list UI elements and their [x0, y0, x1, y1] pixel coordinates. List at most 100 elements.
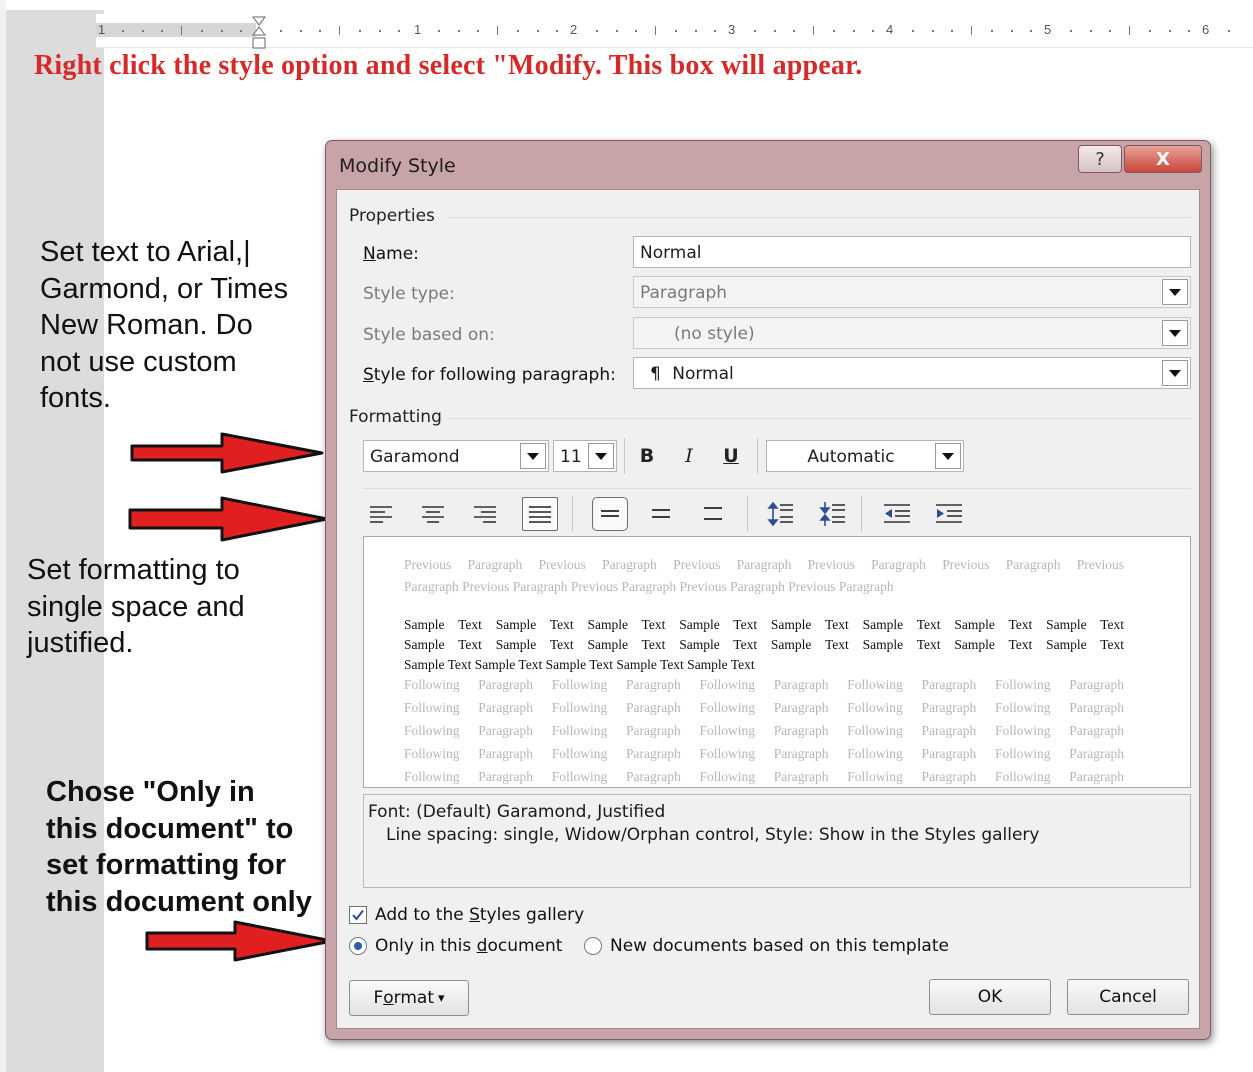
ruler-number: 1 [98, 22, 106, 37]
name-label-key: N [363, 244, 376, 264]
note-line: not use custom [40, 345, 237, 378]
style-type-dropdown[interactable]: Paragraph [633, 276, 1191, 308]
preview-following-line: Following Paragraph Following Paragraph … [404, 677, 1124, 692]
red-arrow-icon [130, 432, 324, 474]
ruler-tick [122, 30, 124, 32]
help-button[interactable]: ? [1078, 145, 1122, 173]
note-line: this document only [46, 885, 312, 918]
note-line: Garmond, or Times [40, 272, 289, 305]
note-line: single space and [27, 590, 245, 623]
chevron-down-icon[interactable] [1162, 320, 1188, 346]
one-half-spacing-icon[interactable] [645, 498, 677, 530]
decrease-paragraph-spacing-icon[interactable] [817, 498, 849, 530]
toolbar-separator [624, 438, 625, 474]
ruler-tick [714, 30, 716, 32]
font-value: Garamond [370, 447, 460, 467]
following-paragraph-dropdown[interactable]: ¶ Normal [633, 357, 1191, 389]
indent-marker-icon[interactable] [251, 16, 267, 52]
horizontal-ruler[interactable]: 1 1 2 3 4 5 6 [96, 14, 1253, 49]
based-on-dropdown[interactable]: (no style) [633, 317, 1191, 349]
chevron-down-icon[interactable] [588, 443, 614, 469]
style-preview: Previous Paragraph Previous Paragraph Pr… [363, 536, 1191, 788]
preview-previous-line: Previous Paragraph Previous Paragraph Pr… [404, 557, 1124, 572]
note-line: fonts. [40, 382, 111, 414]
following-paragraph-value: Normal [672, 364, 734, 384]
ruler-number: 1 [414, 22, 422, 37]
checkmark-icon [352, 909, 364, 921]
double-spacing-icon[interactable] [697, 498, 729, 530]
cancel-button[interactable]: Cancel [1067, 979, 1189, 1015]
close-button[interactable]: X [1124, 145, 1202, 173]
font-size-value: 11 [560, 447, 582, 467]
chevron-down-icon[interactable] [1162, 279, 1188, 305]
preview-following-line: Following Paragraph Following Paragraph … [404, 723, 1124, 738]
ruler-tick [537, 30, 539, 32]
ruler-tick [1149, 30, 1151, 32]
ruler-tick [1070, 30, 1072, 32]
preview-previous-line: Paragraph Previous Paragraph Previous Pa… [404, 579, 894, 594]
ruler-number: 4 [886, 22, 894, 37]
ruler-tick [517, 30, 519, 32]
following-paragraph-label: Style for following paragraph: [363, 365, 616, 385]
underline-button[interactable]: U [715, 440, 747, 472]
properties-heading: Properties [349, 206, 435, 226]
new-documents-radio[interactable]: New documents based on this template [584, 936, 949, 956]
bold-button[interactable]: B [631, 440, 663, 472]
decrease-indent-icon[interactable] [881, 498, 913, 530]
divider [447, 217, 1191, 218]
checkbox[interactable] [349, 906, 367, 924]
chevron-down-icon[interactable] [520, 443, 546, 469]
help-icon: ? [1095, 148, 1105, 170]
ruler-tick [161, 30, 163, 32]
ruler-tick [1169, 30, 1171, 32]
chevron-down-icon[interactable] [935, 443, 961, 469]
font-dropdown[interactable]: Garamond [363, 440, 549, 472]
add-to-gallery-checkbox[interactable]: Add to the Styles gallery [349, 905, 584, 925]
ruler-tick [932, 30, 934, 32]
ok-button[interactable]: OK [929, 979, 1051, 1015]
ruler-tick [853, 30, 855, 32]
style-type-value: Paragraph [640, 283, 728, 303]
note-line: justified. [27, 627, 134, 659]
divider [449, 418, 1191, 419]
preview-sample-line: Sample Text Sample Text Sample Text Samp… [404, 657, 755, 672]
note-line: this document" to [46, 812, 294, 845]
radio-selected[interactable] [349, 937, 367, 955]
ruler-tick [774, 30, 776, 32]
radio-unselected[interactable] [584, 937, 602, 955]
ruler-tick [655, 26, 656, 35]
italic-button[interactable]: I [673, 440, 705, 472]
ruler-tick [458, 30, 460, 32]
name-input[interactable]: Normal [633, 236, 1191, 268]
instruction-title: Right click the style option and select … [34, 50, 863, 81]
ruler-tick [1188, 30, 1190, 32]
ruler-tick [833, 30, 835, 32]
single-spacing-icon[interactable] [592, 497, 628, 531]
preview-following-line: Following Paragraph Following Paragraph … [404, 700, 1124, 715]
style-type-label: Style type: [363, 284, 455, 304]
modify-style-dialog: Modify Style ? X Properties Name: Normal… [325, 140, 1211, 1040]
align-right-icon[interactable] [469, 498, 501, 530]
only-this-document-radio[interactable]: Only in this document [349, 936, 562, 956]
ruler-tick [379, 30, 381, 32]
chevron-down-icon[interactable] [1162, 360, 1188, 386]
based-on-label: Style based on: [363, 325, 495, 345]
increase-paragraph-spacing-icon[interactable] [765, 498, 797, 530]
name-label: Name: [363, 244, 419, 264]
toolbar-separator [861, 496, 862, 532]
following-label-text: tyle for following paragraph: [373, 365, 616, 385]
ruler-tick [1129, 26, 1130, 35]
format-menu-button[interactable]: Fo rmat ▾ [349, 980, 469, 1016]
ruler-tick [912, 30, 914, 32]
only-this-document-label: Only in this document [375, 936, 563, 956]
justify-icon[interactable] [522, 497, 558, 531]
font-size-dropdown[interactable]: 11 [553, 440, 617, 472]
increase-indent-icon[interactable] [933, 498, 965, 530]
ruler-tick [181, 26, 182, 35]
align-center-icon[interactable] [417, 498, 449, 530]
preview-following-line: Following Paragraph Following Paragraph … [404, 769, 1124, 784]
ruler-tick [1030, 30, 1032, 32]
align-left-icon[interactable] [365, 498, 397, 530]
ruler-tick [813, 26, 814, 35]
font-color-dropdown[interactable]: Automatic [766, 440, 964, 472]
